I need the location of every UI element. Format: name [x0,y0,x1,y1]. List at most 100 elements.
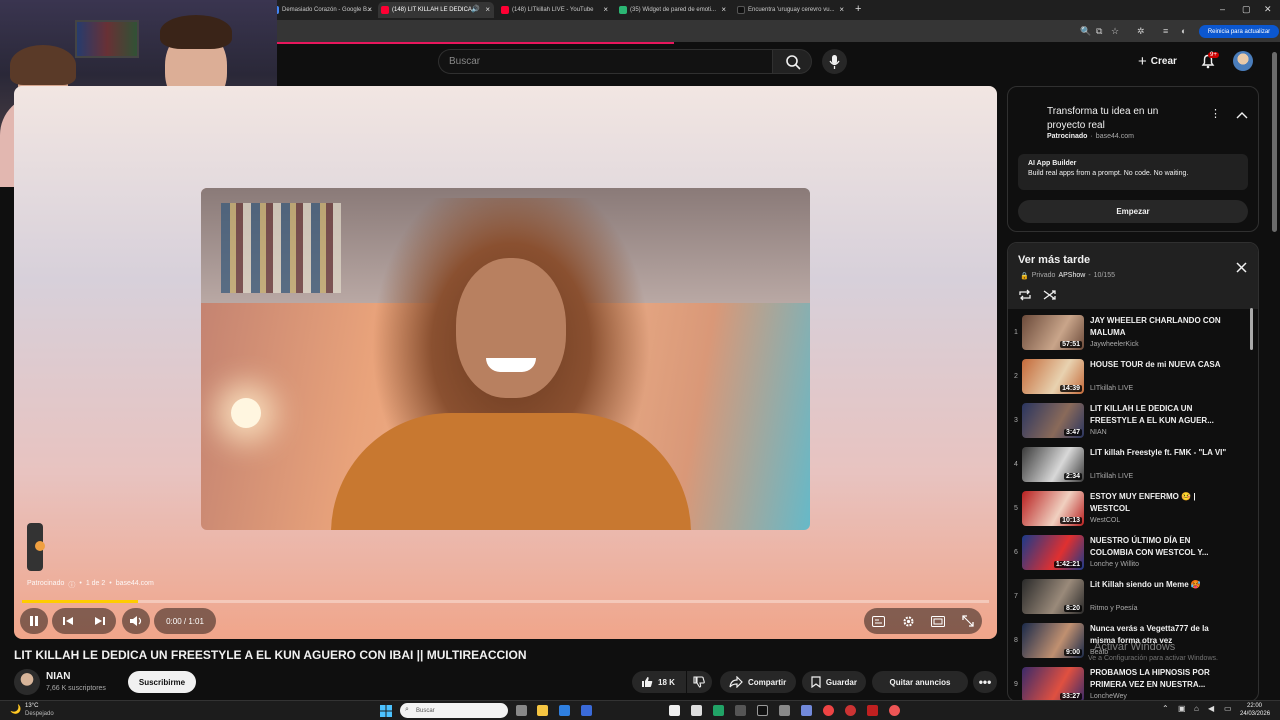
playlist-item-thumbnail[interactable]: 2:34 [1022,447,1084,482]
app-icon[interactable] [779,705,790,716]
close-icon[interactable] [1236,262,1247,273]
playlist-item-title[interactable]: JAY WHEELER CHARLANDO CON MALUMA [1090,315,1230,339]
subscribe-button[interactable]: Suscribirme [128,671,196,693]
extensions-icon[interactable]: ✲ [1137,26,1145,37]
search-input[interactable]: Buscar [438,49,772,74]
playlist-item-channel[interactable]: JaywheelerKick [1090,341,1139,348]
chrome-icon[interactable] [823,705,834,716]
tab-close-icon[interactable]: × [839,5,844,14]
loop-icon[interactable] [1018,289,1032,301]
windows-start-icon[interactable] [380,705,392,717]
remove-ads-button[interactable]: Quitar anuncios [872,671,968,693]
more-vertical-icon[interactable]: ⋮ [1210,107,1221,120]
more-actions-button[interactable]: ••• [973,671,997,693]
playlist-item-thumbnail[interactable]: 57:51 [1022,315,1084,350]
playlist-item-channel[interactable]: LoncheWey [1090,693,1127,700]
audio-playing-icon[interactable]: 🔊 [471,5,480,13]
page-scrollbar[interactable] [1272,52,1277,232]
playlist-item-channel[interactable]: Lonche y Willito [1090,561,1139,568]
ad-headline[interactable]: Transforma tu idea en un proyecto real [1047,105,1187,133]
restart-update-button[interactable]: Reinicia para actualizar [1199,25,1279,38]
network-icon[interactable]: ⌂ [1194,704,1199,713]
browser-tab-active[interactable]: (148) LIT KILLAH LE DEDICA 🔊 × [378,2,494,18]
channel-name[interactable]: NIAN [46,671,70,682]
previous-icon[interactable] [62,615,74,627]
subtitles-icon[interactable] [872,615,886,627]
cast-icon[interactable]: ⧉ [1096,26,1102,37]
voice-search-button[interactable] [822,49,847,74]
store-icon[interactable] [559,705,570,716]
playlist-item-title[interactable]: Lit Killah siendo un Meme 🥵 [1090,579,1230,591]
like-button[interactable]: 18 K [632,671,686,693]
chevron-up-icon[interactable] [1236,111,1248,119]
share-button[interactable]: Compartir [720,671,796,693]
steam-icon[interactable] [757,705,768,716]
playlist-item[interactable]: 4 2:34 LIT killah Freestyle ft. FMK - "LA … [1008,445,1258,489]
playlist-item-title[interactable]: ESTOY MUY ENFERMO 🤒 | WESTCOL [1090,491,1230,515]
maximize-button[interactable]: ▢ [1242,4,1251,15]
zoom-icon[interactable]: 🔍 [1080,26,1091,37]
playlist-item-channel[interactable]: WestCOL [1090,517,1120,524]
playlist-item[interactable]: 2 14:39 HOUSE TOUR de mi NUEVA CASA LITkill… [1008,357,1258,401]
task-view-icon[interactable] [516,705,527,716]
playlist-item-title[interactable]: PROBAMOS LA HIPNOSIS POR PRIMERA VEZ EN … [1090,667,1230,691]
profile-icon[interactable]: ◐ [1181,26,1186,36]
playlist-item-title[interactable]: NUESTRO ÚLTIMO DÍA EN COLOMBIA CON WESTC… [1090,535,1230,559]
taskbar-search-input[interactable]: ⌕ Buscar [400,703,508,718]
dislike-button[interactable] [687,671,712,693]
tray-chevron-icon[interactable]: ⌃ [1162,704,1169,713]
shuffle-icon[interactable] [1043,289,1057,301]
battery-icon[interactable]: ▭ [1224,704,1232,713]
ad-thumbnail[interactable] [27,523,45,571]
playlist-item-thumbnail[interactable]: 33:27 [1022,667,1084,701]
theater-mode-icon[interactable] [931,615,946,627]
browser-tab[interactable]: Demasiado Corazón - Google B... × [268,2,376,18]
browser-tab[interactable]: (148) LITkillah LIVE - YouTube × [498,2,612,18]
app-icon[interactable] [867,705,878,716]
channel-avatar[interactable] [14,669,40,695]
playlist-item-channel[interactable]: LITkillah LIVE [1090,385,1133,392]
clock-time[interactable]: 22:00 [1247,703,1262,709]
playlist-item-thumbnail[interactable]: 14:39 [1022,359,1084,394]
playlist-item-channel[interactable]: NIAN [1090,429,1107,436]
playlist-item[interactable]: 3 3:47 LIT KILLAH LE DEDICA UN FREESTYLE A… [1008,401,1258,445]
playlist-item-channel[interactable]: LITkillah LIVE [1090,473,1133,480]
file-explorer-icon[interactable] [537,705,548,716]
notepad-icon[interactable] [669,705,680,716]
playlist-scrollbar[interactable] [1250,308,1253,350]
tab-close-icon[interactable]: × [721,5,726,14]
new-tab-button[interactable]: + [855,3,861,15]
playlist-item[interactable]: 9 33:27 PROBAMOS LA HIPNOSIS POR PRIMERA V… [1008,665,1258,701]
playlist-title[interactable]: Ver más tarde [1018,254,1090,266]
save-button[interactable]: Guardar [802,671,866,693]
playlist-item-thumbnail[interactable]: 3:47 [1022,403,1084,438]
pause-button[interactable] [20,608,48,634]
playlist-item-title[interactable]: LIT killah Freestyle ft. FMK - "LA VI" [1090,447,1230,459]
bookmark-star-icon[interactable]: ☆ [1111,26,1119,37]
media-icon[interactable]: ≡ [1163,26,1168,36]
speaker-icon[interactable]: ◀ [1208,704,1214,713]
clock-date[interactable]: 24/03/2026 [1240,711,1270,717]
video-player[interactable]: Patrocinado ⓘ • 1 de 2 • base44.com 0:00… [14,86,997,639]
playlist-item[interactable]: 5 10:13 ESTOY MUY ENFERMO 🤒 | WESTCOL WestC… [1008,489,1258,533]
playlist-item-thumbnail[interactable]: 8:20 [1022,579,1084,614]
playlist-item-thumbnail[interactable]: 9:00 [1022,623,1084,658]
ad-builder-box[interactable]: AI App Builder Build real apps from a pr… [1018,154,1248,190]
discord-icon[interactable] [801,705,812,716]
settings-gear-icon[interactable] [902,615,915,628]
chrome-active-icon[interactable] [889,705,900,716]
playlist-item-channel[interactable]: Ritmo y Poesía [1090,605,1137,612]
next-icon[interactable] [94,615,106,627]
playlist-owner[interactable]: APShow [1058,272,1085,280]
browser-tab[interactable]: Encuentra 'uruguay cerevro vu... × [734,2,848,18]
browser-tab[interactable]: (35) Widget de pared de emoti... × [616,2,730,18]
minimize-button[interactable]: – [1220,4,1225,14]
weather-temp[interactable]: 13°C [25,703,38,709]
excel-icon[interactable] [713,705,724,716]
weather-icon[interactable]: 🌙 [10,704,21,715]
ad-card-domain[interactable]: base44.com [1096,133,1134,140]
search-button[interactable] [772,49,812,74]
tray-app-icon[interactable]: ▣ [1178,704,1186,713]
playlist-item-title[interactable]: HOUSE TOUR de mi NUEVA CASA [1090,359,1230,371]
fullscreen-icon[interactable] [962,615,974,627]
